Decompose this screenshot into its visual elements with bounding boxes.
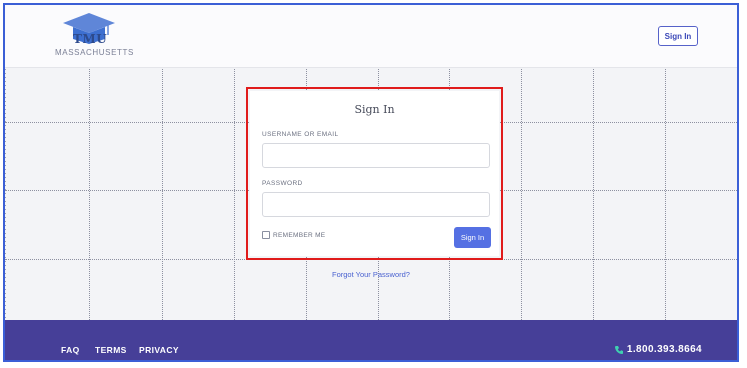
site-footer: FAQ TERMS PRIVACY 1.800.393.8664 [5, 320, 737, 360]
site-logo[interactable]: TMU MASSACHUSETTS [55, 11, 133, 61]
login-card: Sign In USERNAME OR EMAIL PASSWORD REMEM… [250, 91, 499, 256]
footer-link-faq[interactable]: FAQ [61, 345, 80, 355]
phone-icon [614, 345, 623, 354]
logo-text: TMU [73, 32, 108, 46]
header-signin-button[interactable]: Sign In [658, 26, 698, 46]
forgot-password-link[interactable]: Forgot Your Password? [5, 270, 737, 279]
footer-link-privacy[interactable]: PRIVACY [139, 345, 179, 355]
username-label: USERNAME OR EMAIL [262, 131, 339, 138]
password-label: PASSWORD [262, 180, 303, 187]
remember-me-label: REMEMBER ME [273, 231, 326, 239]
signin-submit-button[interactable]: Sign In [454, 227, 491, 248]
password-input[interactable] [262, 192, 490, 217]
footer-phone-number: 1.800.393.8664 [626, 344, 702, 355]
login-title: Sign In [354, 103, 395, 116]
site-header: TMU MASSACHUSETTS Sign In [5, 5, 737, 68]
footer-phone[interactable]: 1.800.393.8664 [614, 344, 702, 355]
app-frame: TMU MASSACHUSETTS Sign In Sign In USERNA… [3, 3, 739, 362]
remember-me-checkbox[interactable] [262, 231, 270, 239]
remember-me[interactable]: REMEMBER ME [262, 231, 325, 239]
footer-link-terms[interactable]: TERMS [95, 345, 127, 355]
logo-subtitle: MASSACHUSETTS [55, 48, 134, 57]
username-input[interactable] [262, 143, 490, 168]
